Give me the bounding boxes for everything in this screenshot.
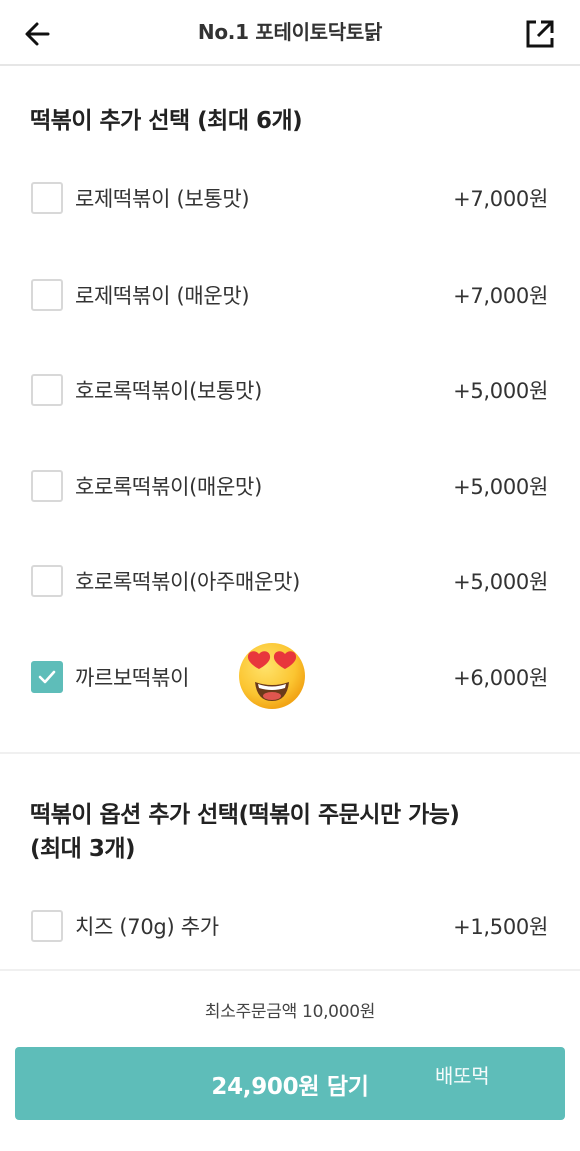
checkbox-hororok-mild[interactable] (31, 374, 63, 406)
heart-eyes-emoji-icon (239, 643, 305, 709)
option-row-rose-spicy[interactable]: 로제떡볶이 (매운맛) +7,000원 (0, 270, 580, 320)
option-label: 로제떡볶이 (보통맛) (75, 187, 250, 211)
minimum-order-amount: 최소주문금액 10,000원 (204, 1002, 376, 1022)
option-price: +7,000원 (453, 284, 548, 308)
checkbox-cheese[interactable] (31, 910, 63, 942)
option-price: +1,500원 (453, 915, 548, 939)
option-row-hororok-extra-spicy[interactable]: 호로록떡볶이(아주매운맛) +5,000원 (0, 556, 580, 606)
option-label: 호로록떡볶이(보통맛) (75, 379, 262, 403)
watermark-text: 배또먹 (435, 1064, 490, 1088)
section-divider (0, 752, 580, 754)
option-price: +7,000원 (453, 187, 548, 211)
option-label: 호로록떡볶이(아주매운맛) (75, 570, 301, 594)
option-price: +5,000원 (453, 379, 548, 403)
option-row-rose-mild[interactable]: 로제떡볶이 (보통맛) +7,000원 (0, 173, 580, 223)
option-label: 호로록떡볶이(매운맛) (75, 475, 262, 499)
option-label: 까르보떡볶이 (75, 666, 190, 690)
page: No.1 포테이토닥토닭 떡볶이 추가 선택 (최대 6개) 로제떡볶이 (보통… (0, 0, 580, 1151)
option-row-hororok-spicy[interactable]: 호로록떡볶이(매운맛) +5,000원 (0, 461, 580, 511)
option-price: +5,000원 (453, 475, 548, 499)
option-row-hororok-mild[interactable]: 호로록떡볶이(보통맛) +5,000원 (0, 365, 580, 415)
share-icon (526, 20, 554, 48)
app-header: No.1 포테이토닥토닭 (0, 0, 580, 66)
option-row-cheese[interactable]: 치즈 (70g) 추가 +1,500원 (0, 901, 580, 951)
option-label: 치즈 (70g) 추가 (75, 915, 219, 939)
option-label: 로제떡볶이 (매운맛) (75, 284, 250, 308)
section-title-line: 떡볶이 옵션 추가 선택(떡볶이 주문시만 가능) (30, 802, 460, 828)
page-title: No.1 포테이토닥토닭 (197, 20, 383, 44)
option-price: +5,000원 (453, 570, 548, 594)
check-icon (38, 670, 56, 684)
checkbox-carbonara[interactable] (31, 661, 63, 693)
checkbox-rose-spicy[interactable] (31, 279, 63, 311)
share-button[interactable] (522, 16, 558, 52)
add-to-cart-button[interactable]: 24,900원 담기 배또먹 (15, 1047, 565, 1120)
section-title-tteokbokki: 떡볶이 추가 선택 (최대 6개) (30, 108, 303, 134)
section-title-options: 떡볶이 옵션 추가 선택(떡볶이 주문시만 가능) (최대 3개) (30, 798, 550, 866)
checkbox-hororok-extra-spicy[interactable] (31, 565, 63, 597)
footer-divider (0, 969, 580, 971)
checkbox-rose-mild[interactable] (31, 182, 63, 214)
option-price: +6,000원 (453, 666, 548, 690)
section-title-line: (최대 3개) (30, 836, 136, 862)
checkbox-hororok-spicy[interactable] (31, 470, 63, 502)
